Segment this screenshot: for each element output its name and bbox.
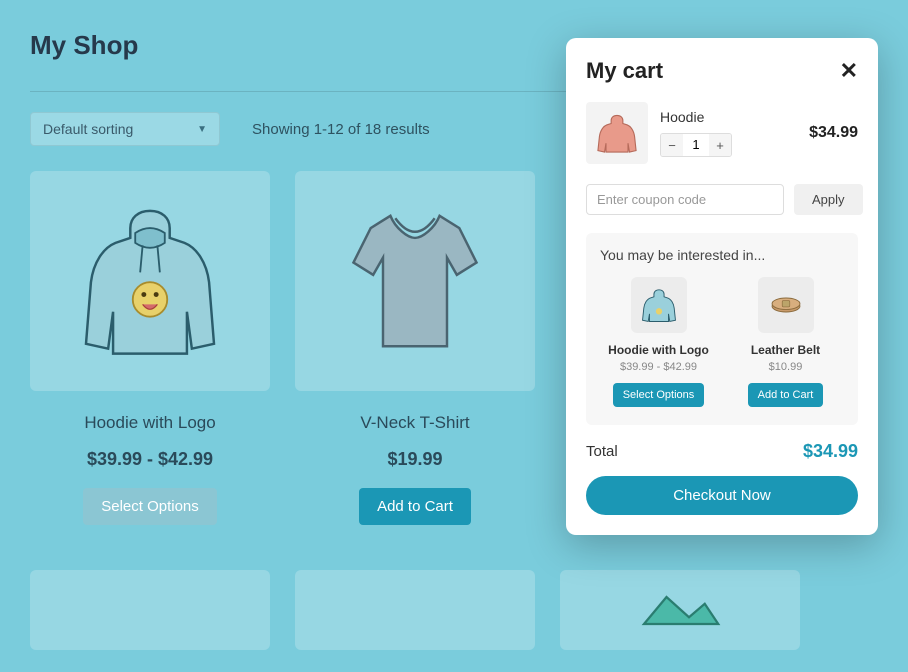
cart-item-details: Hoodie − 1 + — [660, 109, 797, 157]
product-image[interactable] — [560, 570, 800, 650]
cart-item-thumb — [586, 102, 648, 164]
cart-item-price: $34.99 — [809, 124, 858, 142]
apply-coupon-button[interactable]: Apply — [794, 184, 863, 215]
hoodie-icon — [640, 286, 678, 324]
cart-item: Hoodie − 1 + $34.99 — [586, 102, 858, 164]
checkout-button[interactable]: Checkout Now — [586, 476, 858, 515]
product-image[interactable] — [30, 171, 270, 391]
sort-label: Default sorting — [43, 121, 133, 137]
product-image[interactable] — [295, 570, 535, 650]
suggestions-heading: You may be interested in... — [600, 247, 844, 263]
suggestion-add-to-cart-button[interactable]: Add to Cart — [748, 383, 824, 407]
product-image[interactable] — [295, 171, 535, 391]
product-price: $39.99 - $42.99 — [30, 449, 270, 470]
suggestion-card: Hoodie with Logo $39.99 - $42.99 Select … — [600, 277, 717, 407]
add-to-cart-button[interactable]: Add to Cart — [359, 488, 471, 525]
results-count: Showing 1-12 of 18 results — [252, 121, 430, 138]
coupon-input[interactable] — [586, 184, 784, 215]
chevron-down-icon: ▼ — [197, 124, 207, 135]
coupon-row: Apply — [586, 184, 858, 215]
suggestions-grid: Hoodie with Logo $39.99 - $42.99 Select … — [600, 277, 844, 407]
qty-value: 1 — [683, 134, 709, 156]
product-icon — [635, 588, 725, 633]
suggestion-card: Leather Belt $10.99 Add to Cart — [727, 277, 844, 407]
product-grid-row-2 — [30, 570, 878, 672]
suggestion-price: $10.99 — [727, 361, 844, 373]
sort-dropdown[interactable]: Default sorting ▼ — [30, 112, 220, 146]
product-name: V-Neck T-Shirt — [295, 413, 535, 433]
suggestions-box: You may be interested in... Hoodie with … — [586, 233, 858, 425]
product-card: V-Neck T-Shirt $19.99 Add to Cart — [295, 171, 535, 525]
product-price: $19.99 — [295, 449, 535, 470]
cart-item-name: Hoodie — [660, 109, 797, 125]
product-name: Hoodie with Logo — [30, 413, 270, 433]
total-label: Total — [586, 443, 618, 460]
suggestion-name: Leather Belt — [727, 343, 844, 357]
suggestion-thumb[interactable] — [631, 277, 687, 333]
suggestion-price: $39.99 - $42.99 — [600, 361, 717, 373]
cart-panel: My cart ✕ Hoodie − 1 + $34.99 Apply You … — [566, 38, 878, 535]
total-row: Total $34.99 — [586, 441, 858, 462]
cart-header: My cart ✕ — [586, 58, 858, 84]
belt-icon — [767, 286, 805, 324]
qty-decrease-button[interactable]: − — [661, 134, 683, 156]
select-options-button[interactable]: Select Options — [83, 488, 217, 525]
quantity-stepper: − 1 + — [660, 133, 732, 157]
suggestion-thumb[interactable] — [758, 277, 814, 333]
close-icon[interactable]: ✕ — [840, 60, 858, 82]
tshirt-icon — [340, 201, 490, 361]
qty-increase-button[interactable]: + — [709, 134, 731, 156]
product-image[interactable] — [30, 570, 270, 650]
total-value: $34.99 — [803, 441, 858, 462]
suggestion-name: Hoodie with Logo — [600, 343, 717, 357]
hoodie-icon — [75, 201, 225, 361]
suggestion-select-options-button[interactable]: Select Options — [613, 383, 705, 407]
cart-title: My cart — [586, 58, 663, 84]
hoodie-icon — [595, 111, 639, 155]
product-card: Hoodie with Logo $39.99 - $42.99 Select … — [30, 171, 270, 525]
